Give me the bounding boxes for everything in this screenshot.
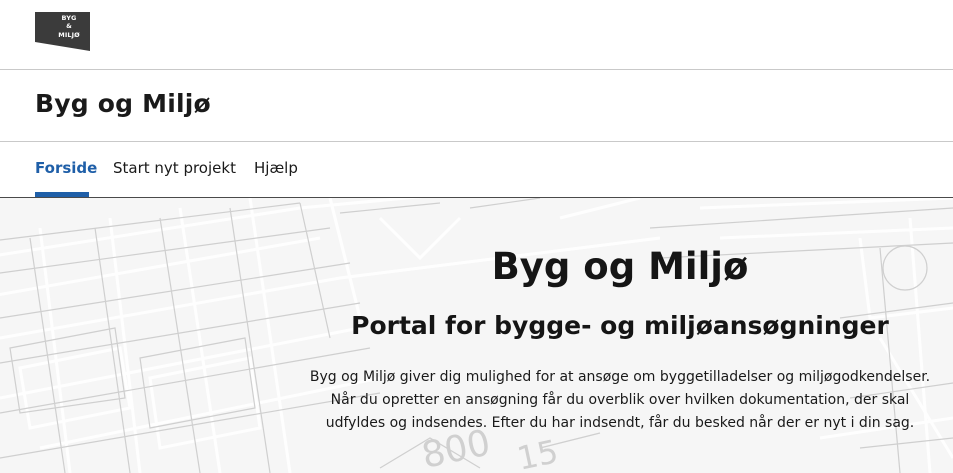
logo-line-1: BYG (61, 14, 77, 22)
site-title[interactable]: Byg og Miljø (35, 89, 211, 118)
hero-description-line-3: udfyldes og indsendes. Efter du har inds… (325, 415, 915, 431)
title-bar: Byg og Miljø (0, 70, 953, 142)
svg-text:15: 15 (514, 432, 562, 473)
hero-description-line-2: Når du opretter en ansøgning får du over… (330, 392, 910, 408)
hero-section: 800 15 Byg og Miljø Portal for bygge- og… (0, 198, 953, 473)
active-tab-indicator (35, 192, 89, 197)
logo-line-2: & (66, 22, 72, 31)
hero-title: Byg og Miljø (491, 245, 749, 288)
nav-item-hjaelp[interactable]: Hjælp (254, 159, 298, 177)
logo-line-3: MILJØ (58, 30, 80, 39)
hero-subtitle: Portal for bygge- og miljøansøgninger (351, 311, 889, 340)
hero-description-line-1: Byg og Miljø giver dig mulighed for at a… (309, 369, 931, 385)
logo[interactable]: BYG & MILJØ (35, 12, 90, 51)
top-bar: BYG & MILJØ (0, 0, 953, 70)
logo-text: BYG & MILJØ (53, 14, 85, 39)
hero-description: Byg og Miljø giver dig mulighed for at a… (300, 366, 940, 435)
main-nav: Forside Start nyt projekt Hjælp (0, 142, 953, 198)
nav-item-forside[interactable]: Forside (35, 159, 97, 177)
nav-item-start-nyt-projekt[interactable]: Start nyt projekt (113, 159, 236, 177)
